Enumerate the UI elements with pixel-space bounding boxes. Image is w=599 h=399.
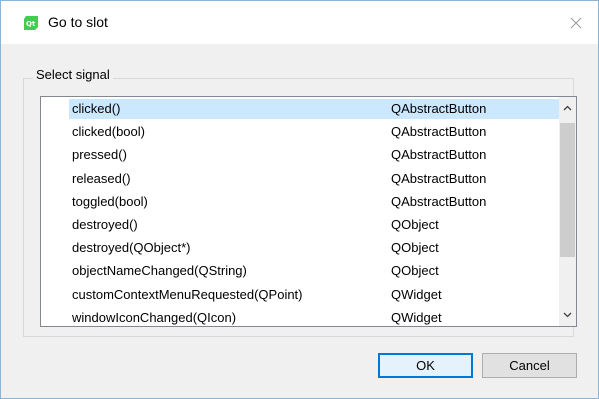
group-label: Select signal — [33, 67, 113, 82]
signal-row[interactable]: toggled(bool) QAbstractButton — [69, 192, 559, 212]
signal-class: QAbstractButton — [391, 193, 487, 209]
signal-row[interactable]: released() QAbstractButton — [69, 169, 559, 189]
svg-text:Qt: Qt — [26, 20, 36, 28]
scroll-down-button[interactable] — [559, 306, 576, 323]
ok-button[interactable]: OK — [378, 353, 473, 378]
qt-icon: Qt — [23, 15, 39, 31]
close-icon — [570, 17, 582, 28]
signal-name: clicked() — [72, 101, 121, 116]
signal-class: QAbstractButton — [391, 170, 487, 186]
signal-class: QObject — [391, 240, 439, 256]
signal-row[interactable]: clicked(bool) QAbstractButton — [69, 122, 559, 142]
signal-row[interactable]: destroyed() QObject — [69, 215, 559, 235]
close-button[interactable] — [554, 1, 598, 44]
signal-class: QAbstractButton — [391, 124, 487, 140]
signal-row[interactable]: clicked() QAbstractButton — [69, 99, 559, 119]
chevron-down-icon — [563, 312, 572, 317]
signal-rows: clicked() QAbstractButton clicked(bool) QAb… — [41, 97, 559, 326]
dialog-title: Go to slot — [48, 14, 108, 30]
signal-name: clicked(bool) — [72, 124, 145, 140]
scroll-up-button[interactable] — [559, 99, 576, 116]
signal-class: QAbstractButton — [391, 101, 487, 116]
signal-row[interactable]: pressed() QAbstractButton — [69, 145, 559, 165]
scroll-thumb[interactable] — [560, 123, 575, 257]
signal-name: destroyed() — [72, 217, 138, 232]
cancel-button[interactable]: Cancel — [482, 353, 577, 378]
signal-class: QWidget — [391, 286, 442, 302]
title-bar: Qt Go to slot — [1, 1, 598, 44]
signal-name: released() — [72, 170, 131, 186]
chevron-up-icon — [563, 105, 572, 110]
go-to-slot-dialog: Qt Go to slot Select signal clicked() QAb… — [0, 0, 599, 399]
signal-name: destroyed(QObject*) — [72, 240, 191, 256]
signal-class: QAbstractButton — [391, 147, 487, 163]
signal-name: customContextMenuRequested(QPoint) — [72, 286, 303, 302]
signal-row[interactable]: windowIconChanged(QIcon) QWidget — [69, 308, 559, 326]
signal-row[interactable]: destroyed(QObject*) QObject — [69, 238, 559, 258]
signal-name: toggled(bool) — [72, 193, 148, 209]
signal-name: objectNameChanged(QString) — [72, 263, 247, 279]
signal-name: windowIconChanged(QIcon) — [72, 309, 237, 325]
signal-class: QWidget — [391, 309, 442, 325]
signal-row[interactable]: objectNameChanged(QString) QObject — [69, 261, 559, 281]
vertical-scrollbar[interactable] — [559, 97, 576, 326]
signal-name: pressed() — [72, 147, 127, 163]
signal-class: QObject — [391, 217, 439, 232]
signal-list[interactable]: clicked() QAbstractButton clicked(bool) QAb… — [40, 96, 577, 327]
signal-row[interactable]: customContextMenuRequested(QPoint) QWidge… — [69, 285, 559, 305]
signal-class: QObject — [391, 263, 439, 279]
